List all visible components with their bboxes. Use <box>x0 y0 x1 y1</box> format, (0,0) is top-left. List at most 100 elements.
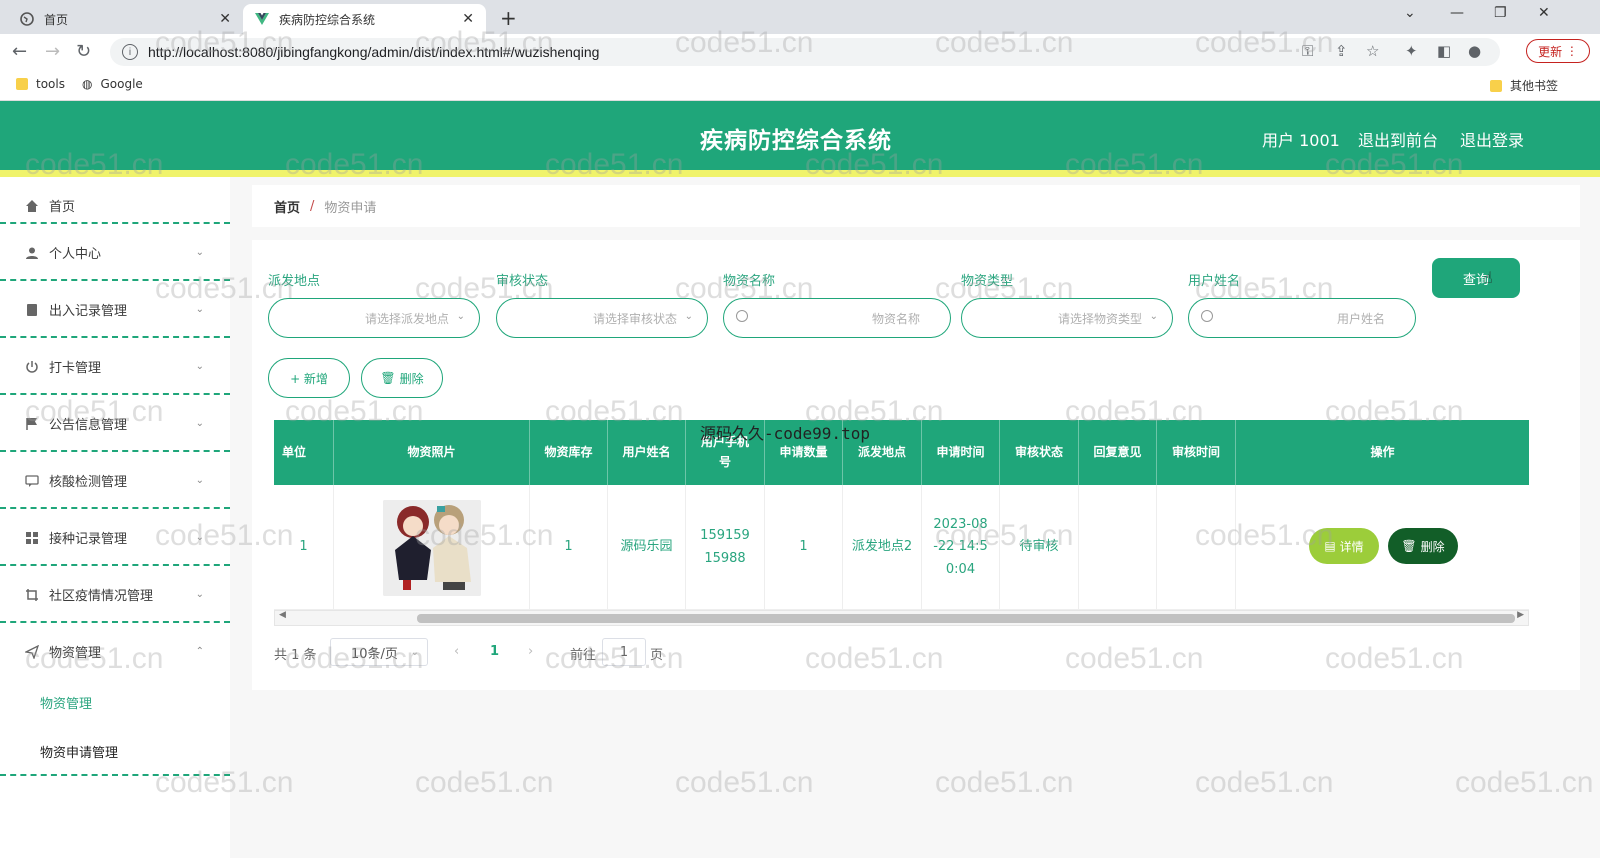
chevron-down-icon: ⌄ <box>195 532 204 543</box>
close-window-icon[interactable]: ✕ <box>1538 5 1550 21</box>
reload-icon[interactable]: ↻ <box>76 41 91 62</box>
user-name-input[interactable]: 用户姓名 <box>1188 298 1416 338</box>
scroll-left-icon[interactable]: ◀ <box>279 610 286 620</box>
address-bar-row: ← → ↻ i http://localhost:8080/jibingfang… <box>0 34 1600 70</box>
goto-page-input[interactable]: 1 <box>602 638 646 666</box>
location-select[interactable]: 请选择派发地点 ⌄ <box>268 298 480 338</box>
filter-label-user-name: 用户姓名 <box>1188 274 1241 289</box>
profile-icon[interactable]: ● <box>1468 42 1481 60</box>
sidebar-item-community-epidemic[interactable]: 社区疫情情况管理 ⌄ <box>0 566 230 623</box>
filter-label-material-type: 物资类型 <box>961 274 1014 289</box>
filter-label-location: 派发地点 <box>268 274 321 289</box>
breadcrumb: 首页 / 物资申请 <box>252 185 1580 227</box>
col-photo: 物资照片 <box>334 420 530 485</box>
logout-link[interactable]: 退出登录 <box>1460 127 1524 151</box>
search-icon <box>736 310 748 322</box>
material-name-input[interactable]: 物资名称 <box>723 298 951 338</box>
table-header: 单位 物资照片 物资库存 用户姓名 用户手机号 申请数量 派发地点 申请时间 审… <box>274 420 1529 485</box>
scroll-right-icon[interactable]: ▶ <box>1517 610 1524 620</box>
col-status: 审核状态 <box>1000 420 1079 485</box>
globe-icon <box>20 12 34 26</box>
query-button[interactable]: 查询 <box>1432 258 1520 298</box>
sidebar-item-access-records[interactable]: 出入记录管理 ⌄ <box>0 281 230 338</box>
chevron-down-icon: ⌄ <box>195 475 204 486</box>
maximize-icon[interactable]: ❐ <box>1494 5 1507 21</box>
prev-page-icon[interactable]: ‹ <box>454 644 459 659</box>
sidebar-item-announcements[interactable]: 公告信息管理 ⌄ <box>0 395 230 452</box>
forward-icon[interactable]: → <box>45 41 60 62</box>
cell-phone: 15915915988 <box>686 485 765 610</box>
close-tab-icon[interactable]: ✕ <box>462 11 474 27</box>
tab-title: 首页 <box>44 12 69 27</box>
chevron-down-icon: ⌄ <box>456 311 465 322</box>
chevron-down-icon: ⌄ <box>195 361 204 372</box>
folder-icon <box>1490 79 1502 92</box>
key-icon[interactable]: ⚿ <box>1302 42 1313 60</box>
minimize-icon[interactable]: — <box>1450 5 1464 21</box>
col-stock: 物资库存 <box>530 420 608 485</box>
home-icon <box>24 198 40 214</box>
watermark: code51.cn <box>675 766 814 799</box>
tab-title: 疾病防控综合系统 <box>279 12 376 27</box>
update-button[interactable]: 更新 ⋮ <box>1526 39 1590 63</box>
browser-tab-strip: 首页 ✕ 疾病防控综合系统 ✕ + ⌄ — ❐ ✕ <box>0 0 1600 34</box>
next-page-icon[interactable]: › <box>528 644 533 659</box>
detail-button[interactable]: ▤ 详情 <box>1309 528 1379 564</box>
cell-unit: 1 <box>274 485 334 610</box>
bookmark-other[interactable]: 其他书签 <box>1490 77 1558 94</box>
exit-to-front-link[interactable]: 退出到前台 <box>1358 127 1438 151</box>
folder-icon <box>16 78 28 90</box>
star-icon[interactable]: ☆ <box>1366 42 1379 60</box>
col-unit: 单位 <box>274 420 334 485</box>
url-field[interactable]: i http://localhost:8080/jibingfangkong/a… <box>110 38 1500 66</box>
submenu-material-requests[interactable]: 物资申请管理 <box>40 742 118 761</box>
status-select[interactable]: 请选择审核状态 ⌄ <box>496 298 708 338</box>
cell-apply-time: 2023-08-22 14:50:04 <box>922 485 1000 610</box>
document-icon: ▤ <box>1324 539 1336 553</box>
chevron-down-icon: ⌄ <box>195 589 204 600</box>
sidebar-item-checkin[interactable]: 打卡管理 ⌄ <box>0 338 230 395</box>
sidepanel-icon[interactable]: ◧ <box>1437 42 1451 60</box>
horizontal-scrollbar[interactable]: ◀ ▶ <box>274 610 1529 626</box>
bookmark-tools[interactable]: tools <box>16 77 65 91</box>
sidebar-item-personal[interactable]: 个人中心 ⌄ <box>0 224 230 281</box>
scrollbar-thumb[interactable] <box>417 614 1515 623</box>
chevron-down-icon: ⌄ <box>195 247 204 258</box>
chevron-up-icon: ⌃ <box>195 646 204 657</box>
site-info-icon[interactable]: i <box>122 44 138 60</box>
main-panel: 派发地点 请选择派发地点 ⌄ 审核状态 请选择审核状态 ⌄ 物资名称 物资名称 … <box>252 240 1580 690</box>
extensions-icon[interactable]: ✦ <box>1405 42 1418 60</box>
breadcrumb-home[interactable]: 首页 <box>274 197 300 216</box>
col-audit-time: 审核时间 <box>1157 420 1236 485</box>
browser-tab-home[interactable]: 首页 ✕ <box>8 4 243 34</box>
sidebar-item-materials[interactable]: 物资管理 ⌃ <box>0 623 230 680</box>
row-delete-button[interactable]: 🗑︎ 删除 <box>1388 528 1458 564</box>
close-tab-icon[interactable]: ✕ <box>219 11 231 27</box>
chevron-down-icon: ⌄ <box>1149 311 1158 322</box>
cell-reply <box>1079 485 1157 610</box>
chevron-down-icon: ⌄ <box>195 418 204 429</box>
page-number[interactable]: 1 <box>490 644 499 659</box>
sidebar-item-vaccination[interactable]: 接种记录管理 ⌄ <box>0 509 230 566</box>
power-icon <box>24 359 40 375</box>
page-size-select[interactable]: 10条/页 ⌄ <box>330 638 428 666</box>
bookmark-google[interactable]: ◍ Google <box>82 77 143 91</box>
browser-tab-active[interactable]: 疾病防控综合系统 ✕ <box>243 4 486 34</box>
submenu-materials[interactable]: 物资管理 <box>40 693 92 712</box>
sidebar-item-nucleic-test[interactable]: 核酸检测管理 ⌄ <box>0 452 230 509</box>
breadcrumb-current: 物资申请 <box>324 200 377 216</box>
tab-search-icon[interactable]: ⌄ <box>1404 5 1416 21</box>
share-icon[interactable]: ⇪ <box>1335 42 1348 60</box>
filter-label-status: 审核状态 <box>496 274 549 289</box>
new-tab-icon[interactable]: + <box>500 6 517 30</box>
batch-delete-button[interactable]: 🗑︎ 删除 <box>361 358 443 398</box>
user-icon <box>24 245 40 261</box>
add-button[interactable]: + 新增 <box>268 358 350 398</box>
col-user-name: 用户姓名 <box>608 420 686 485</box>
material-type-select[interactable]: 请选择物资类型 ⌄ <box>961 298 1173 338</box>
cell-stock: 1 <box>530 485 608 610</box>
back-icon[interactable]: ← <box>12 41 27 62</box>
trash-icon: 🗑︎ <box>1401 539 1417 553</box>
flag-icon <box>24 416 40 432</box>
material-photo[interactable] <box>382 499 481 596</box>
